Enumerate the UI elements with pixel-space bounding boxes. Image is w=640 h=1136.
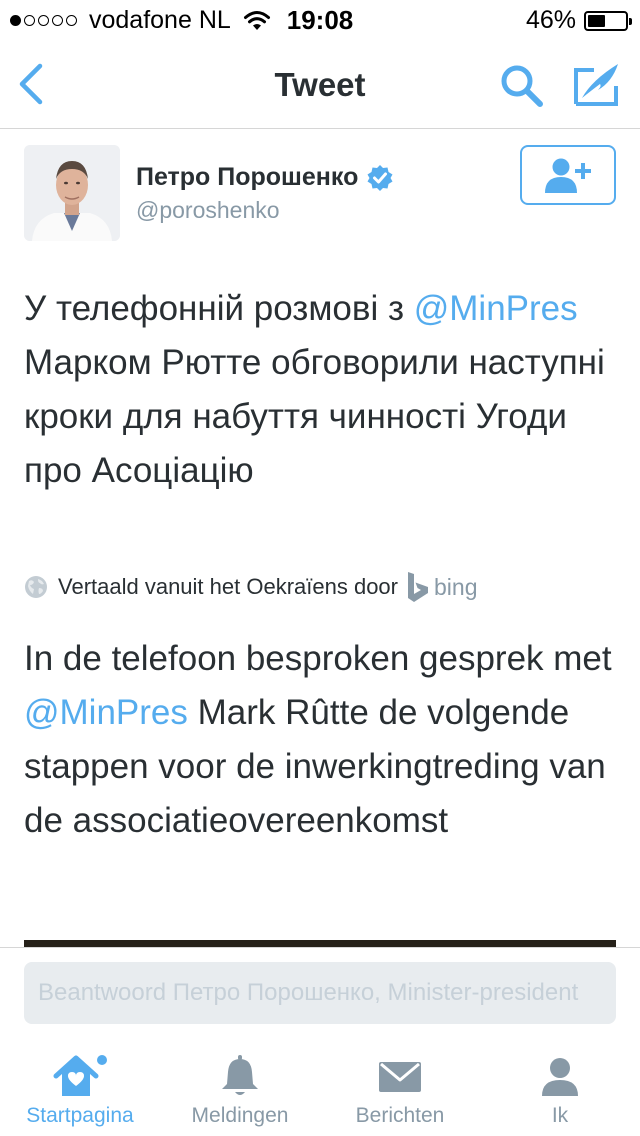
status-bar: vodafone NL 19:08 46% bbox=[0, 0, 640, 40]
tab-icon-wrap bbox=[480, 1054, 640, 1100]
author-photo bbox=[24, 145, 120, 241]
follow-button[interactable] bbox=[520, 145, 616, 205]
globe-icon bbox=[25, 576, 47, 598]
tab-label: Ik bbox=[551, 1104, 569, 1127]
search-icon bbox=[501, 65, 543, 107]
add-user-icon bbox=[545, 158, 591, 193]
battery-percent: 46% bbox=[525, 6, 576, 34]
tab-icon-wrap bbox=[320, 1054, 480, 1100]
bing-icon bbox=[408, 572, 428, 602]
tweet-text-part: У телефонній розмові з bbox=[24, 289, 414, 328]
compose-tweet-icon bbox=[574, 64, 618, 106]
person-icon bbox=[542, 1058, 578, 1096]
tab-messages[interactable]: Berichten bbox=[320, 1046, 480, 1136]
author-name[interactable]: Петро Порошенко bbox=[136, 163, 394, 192]
tweet-author: Петро Порошенко @poroshenko bbox=[24, 145, 616, 245]
tab-label: Berichten bbox=[355, 1104, 445, 1127]
avatar[interactable] bbox=[24, 145, 120, 241]
home-icon bbox=[53, 1055, 107, 1096]
tab-me[interactable]: Ik bbox=[480, 1046, 640, 1136]
tab-label: Startpagina bbox=[26, 1104, 134, 1127]
tab-icon-wrap bbox=[0, 1054, 160, 1100]
tweet-text: У телефонній розмові з @MinPres Марком Р… bbox=[24, 282, 624, 498]
search-button[interactable] bbox=[498, 62, 546, 110]
notification-dot bbox=[97, 1055, 107, 1065]
tab-bar: Startpagina Meldingen Berichten Ik bbox=[0, 1046, 640, 1136]
tab-notifications[interactable]: Meldingen bbox=[160, 1046, 320, 1136]
translated-tweet-text: In de telefoon besproken gesprek met @Mi… bbox=[24, 632, 624, 848]
tab-icon-wrap bbox=[160, 1054, 320, 1100]
verified-badge-icon bbox=[367, 164, 393, 191]
divider bbox=[0, 947, 640, 948]
translated-text-part: In de telefoon besproken gesprek met bbox=[24, 639, 612, 678]
bing-logo: bing bbox=[406, 571, 477, 603]
envelope-icon bbox=[379, 1062, 421, 1092]
battery-icon bbox=[584, 10, 632, 31]
reply-placeholder: Beantwoord Петро Порошенко, Minister-pre… bbox=[38, 979, 579, 1006]
compose-tweet-button[interactable] bbox=[572, 60, 622, 108]
tweet-mention-link[interactable]: @MinPres bbox=[414, 289, 578, 328]
bing-label: bing bbox=[434, 573, 478, 600]
author-display-name: Петро Порошенко bbox=[136, 163, 359, 191]
tab-label: Meldingen bbox=[191, 1104, 289, 1127]
status-right: 46% bbox=[525, 6, 632, 35]
translation-label: Vertaald vanuit het Oekraïens door bbox=[58, 574, 398, 599]
tab-home[interactable]: Startpagina bbox=[0, 1046, 160, 1136]
author-handle[interactable]: @poroshenko bbox=[136, 197, 280, 224]
battery-level bbox=[588, 14, 605, 27]
reply-input[interactable]: Beantwoord Петро Порошенко, Minister-pre… bbox=[24, 962, 616, 1024]
tweet-text-part: Марком Рютте обговорили наступні кроки д… bbox=[24, 343, 605, 490]
translation-attribution: Vertaald vanuit het Oekraïens door bing bbox=[24, 570, 624, 604]
nav-bar: Tweet bbox=[0, 40, 640, 129]
bell-icon bbox=[222, 1055, 258, 1095]
translated-mention-link[interactable]: @MinPres bbox=[24, 693, 188, 732]
